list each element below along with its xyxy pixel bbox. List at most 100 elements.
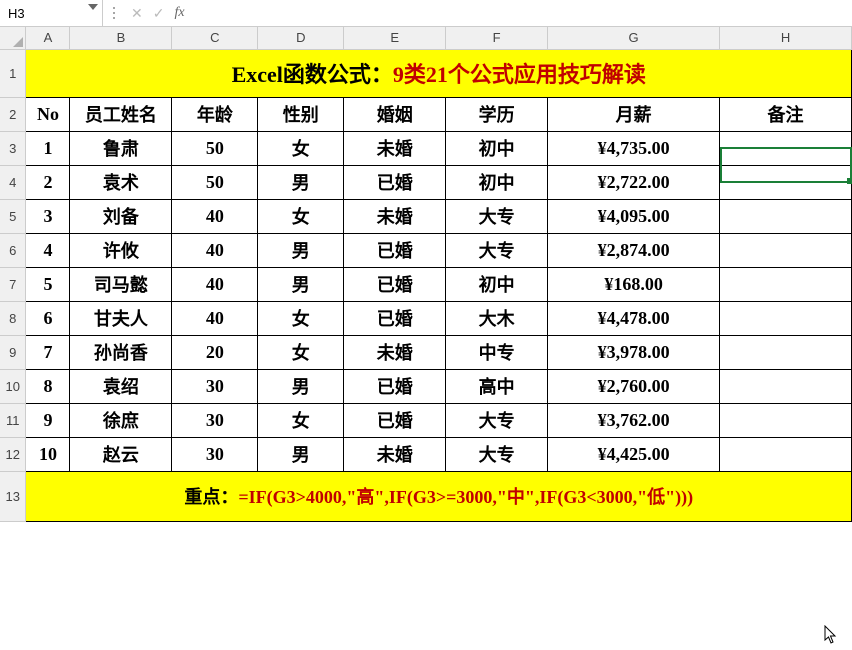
row-header[interactable]: 9: [0, 335, 26, 369]
col-header[interactable]: B: [70, 27, 172, 49]
col-header[interactable]: C: [172, 27, 258, 49]
cell-gender[interactable]: 女: [258, 403, 344, 437]
select-all-corner[interactable]: [0, 27, 26, 49]
cell-remark[interactable]: [720, 335, 852, 369]
cell-salary[interactable]: ¥3,762.00: [548, 403, 720, 437]
cell-gender[interactable]: 男: [258, 437, 344, 471]
row-header[interactable]: 2: [0, 97, 26, 131]
row-header[interactable]: 6: [0, 233, 26, 267]
cell-name[interactable]: 甘夫人: [70, 301, 172, 335]
cell-edu[interactable]: 初中: [446, 165, 548, 199]
cell-no[interactable]: 1: [26, 131, 70, 165]
cell-edu[interactable]: 初中: [446, 267, 548, 301]
cell-name[interactable]: 许攸: [70, 233, 172, 267]
col-header[interactable]: A: [26, 27, 70, 49]
row-header[interactable]: 8: [0, 301, 26, 335]
header-gender[interactable]: 性别: [258, 97, 344, 131]
cell-gender[interactable]: 男: [258, 369, 344, 403]
cell-name[interactable]: 司马懿: [70, 267, 172, 301]
cell-marriage[interactable]: 已婚: [344, 233, 446, 267]
cell-salary[interactable]: ¥4,478.00: [548, 301, 720, 335]
row-header[interactable]: 4: [0, 165, 26, 199]
cell-gender[interactable]: 女: [258, 199, 344, 233]
cell-name[interactable]: 徐庶: [70, 403, 172, 437]
cell-gender[interactable]: 女: [258, 335, 344, 369]
cell-edu[interactable]: 大专: [446, 233, 548, 267]
cell-marriage[interactable]: 已婚: [344, 369, 446, 403]
cell-age[interactable]: 30: [172, 369, 258, 403]
cell-no[interactable]: 10: [26, 437, 70, 471]
cell-gender[interactable]: 女: [258, 301, 344, 335]
row-header[interactable]: 10: [0, 369, 26, 403]
row-header[interactable]: 7: [0, 267, 26, 301]
cell-edu[interactable]: 大专: [446, 403, 548, 437]
worksheet[interactable]: A B C D E F G H 1 Excel函数公式：9类21个公式应用技巧解…: [0, 27, 852, 650]
cell-no[interactable]: 8: [26, 369, 70, 403]
cell-name[interactable]: 鲁肃: [70, 131, 172, 165]
col-header[interactable]: F: [446, 27, 548, 49]
cell-remark[interactable]: [720, 233, 852, 267]
cell-edu[interactable]: 大专: [446, 437, 548, 471]
name-box-dropdown-icon[interactable]: [88, 4, 98, 10]
cell-edu[interactable]: 大木: [446, 301, 548, 335]
cell-salary[interactable]: ¥3,978.00: [548, 335, 720, 369]
cell-age[interactable]: 40: [172, 301, 258, 335]
cell-age[interactable]: 40: [172, 233, 258, 267]
cell-marriage[interactable]: 已婚: [344, 165, 446, 199]
row-header[interactable]: 13: [0, 471, 26, 521]
cell-marriage[interactable]: 已婚: [344, 301, 446, 335]
cell-remark[interactable]: [720, 267, 852, 301]
header-edu[interactable]: 学历: [446, 97, 548, 131]
cell-marriage[interactable]: 已婚: [344, 403, 446, 437]
cell-marriage[interactable]: 已婚: [344, 267, 446, 301]
row-header[interactable]: 3: [0, 131, 26, 165]
cell-name[interactable]: 孙尚香: [70, 335, 172, 369]
cell-edu[interactable]: 中专: [446, 335, 548, 369]
cell-no[interactable]: 5: [26, 267, 70, 301]
cell-age[interactable]: 30: [172, 437, 258, 471]
col-header[interactable]: G: [548, 27, 720, 49]
header-salary[interactable]: 月薪: [548, 97, 720, 131]
cell-age[interactable]: 50: [172, 165, 258, 199]
header-no[interactable]: No: [26, 97, 70, 131]
title-banner[interactable]: Excel函数公式：9类21个公式应用技巧解读: [26, 49, 852, 97]
cell-remark[interactable]: [720, 131, 852, 165]
col-header[interactable]: D: [258, 27, 344, 49]
col-header[interactable]: H: [720, 27, 852, 49]
fx-icon[interactable]: fx: [174, 6, 184, 20]
col-header[interactable]: E: [344, 27, 446, 49]
cell-no[interactable]: 4: [26, 233, 70, 267]
cell-remark[interactable]: [720, 403, 852, 437]
cell-name[interactable]: 赵云: [70, 437, 172, 471]
cell-gender[interactable]: 男: [258, 267, 344, 301]
cell-no[interactable]: 7: [26, 335, 70, 369]
cell-marriage[interactable]: 未婚: [344, 335, 446, 369]
cell-salary[interactable]: ¥2,722.00: [548, 165, 720, 199]
cell-marriage[interactable]: 未婚: [344, 131, 446, 165]
cell-gender[interactable]: 男: [258, 233, 344, 267]
name-box[interactable]: [0, 0, 103, 26]
cell-age[interactable]: 40: [172, 199, 258, 233]
cell-marriage[interactable]: 未婚: [344, 437, 446, 471]
cell-salary[interactable]: ¥4,735.00: [548, 131, 720, 165]
header-remark[interactable]: 备注: [720, 97, 852, 131]
cell-salary[interactable]: ¥4,425.00: [548, 437, 720, 471]
cell-remark[interactable]: [720, 199, 852, 233]
header-marriage[interactable]: 婚姻: [344, 97, 446, 131]
row-header[interactable]: 12: [0, 437, 26, 471]
cell-name[interactable]: 刘备: [70, 199, 172, 233]
cell-remark[interactable]: [720, 437, 852, 471]
cell-salary[interactable]: ¥168.00: [548, 267, 720, 301]
cell-edu[interactable]: 高中: [446, 369, 548, 403]
cell-salary[interactable]: ¥4,095.00: [548, 199, 720, 233]
cell-age[interactable]: 20: [172, 335, 258, 369]
cell-remark[interactable]: [720, 165, 852, 199]
row-header[interactable]: 11: [0, 403, 26, 437]
cell-name[interactable]: 袁术: [70, 165, 172, 199]
row-header[interactable]: 1: [0, 49, 26, 97]
cell-name[interactable]: 袁绍: [70, 369, 172, 403]
row-header[interactable]: 5: [0, 199, 26, 233]
cell-no[interactable]: 6: [26, 301, 70, 335]
cell-remark[interactable]: [720, 369, 852, 403]
cell-edu[interactable]: 大专: [446, 199, 548, 233]
